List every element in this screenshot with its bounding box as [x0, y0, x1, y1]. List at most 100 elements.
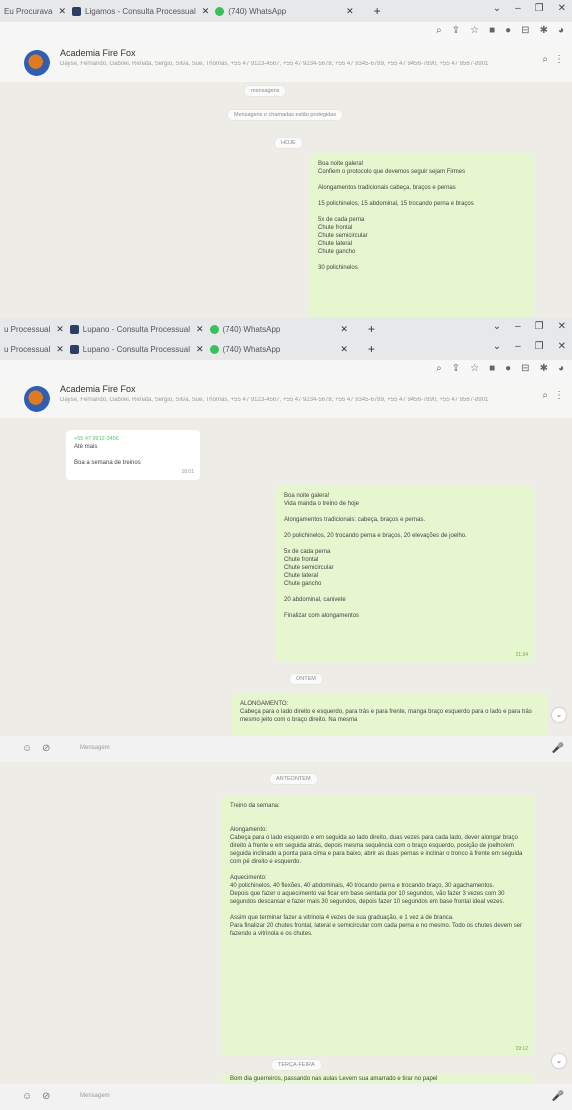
tab-label: Lupano - Consulta Processual [82, 344, 190, 354]
close-icon[interactable]: ✕ [58, 6, 66, 17]
maximize-button[interactable]: ❐ [535, 3, 544, 14]
whatsapp-icon [209, 344, 219, 354]
chat-pane-3: ANTEONTEM Treino da semana: Alongamento:… [0, 762, 572, 1084]
tab-1[interactable]: u Processual ✕ [4, 340, 64, 358]
share-icon[interactable]: ⇪ [452, 25, 460, 36]
tab-3[interactable]: (740) WhatsApp ✕ [209, 340, 348, 358]
tab-search-icon[interactable]: ⊟ [521, 363, 529, 374]
date-pill: ONTEM [290, 674, 322, 684]
emoji-icon[interactable]: ☺ [22, 1091, 32, 1102]
outgoing-message[interactable]: Bom dia guerreiros, passando nas aulas L… [222, 1074, 534, 1084]
tab-label: u Processual [4, 344, 51, 354]
attach-icon[interactable]: ⊘ [42, 1091, 50, 1102]
site-icon [72, 6, 82, 16]
chat-name: Academia Fire Fox [60, 384, 136, 394]
star-icon[interactable]: ☆ [470, 363, 479, 374]
profile-icon[interactable]: ● [505, 363, 511, 374]
mic-icon[interactable]: 🎤 [552, 743, 564, 754]
outgoing-message[interactable]: Boa noite galera! Confiem o protocolo qu… [310, 154, 534, 318]
message-input[interactable]: Mensagem [80, 745, 110, 751]
window-controls: ⌄ – ❐ ✕ [493, 341, 566, 352]
menu-icon[interactable]: ⋮ [554, 390, 564, 401]
extension-icon[interactable]: ■ [489, 25, 495, 36]
close-icon[interactable]: ✕ [340, 324, 348, 335]
chevron-down-icon[interactable]: ⌄ [493, 3, 501, 14]
search-icon[interactable]: ⌕ [542, 390, 548, 401]
tab-2[interactable]: Lupano - Consulta Processual ✕ [69, 340, 204, 358]
tab-2[interactable]: Ligamos - Consulta Processual ✕ [72, 2, 209, 20]
avatar[interactable]: ◕ [558, 363, 564, 374]
message-input[interactable]: Mensagem [80, 1093, 110, 1099]
browser-tab-bar: Eu Procurava ✕ Ligamos - Consulta Process… [0, 0, 572, 22]
maximize-button[interactable]: ❐ [535, 321, 544, 332]
tab-search-icon[interactable]: ⊟ [521, 25, 529, 36]
search-icon[interactable]: ⌕ [436, 25, 442, 36]
close-icon[interactable]: ✕ [340, 344, 348, 355]
tab-1[interactable]: Eu Procurava ✕ [4, 2, 66, 20]
tab-3[interactable]: (740) WhatsApp ✕ [215, 2, 354, 20]
message-text: Boa noite galera! Vida manda o treino de… [284, 493, 467, 619]
puzzle-icon[interactable]: ✱ [540, 363, 548, 374]
close-icon[interactable]: ✕ [346, 6, 354, 17]
share-icon[interactable]: ⇪ [452, 363, 460, 374]
profile-icon[interactable]: ● [505, 25, 511, 36]
new-tab-icon[interactable]: + [374, 4, 381, 18]
chat-pane-1: mensagens Mensagens e chamadas estão pro… [0, 82, 572, 318]
chat-members: Dayse, Fernando, Gabriel, Renata, Sergio… [60, 61, 489, 67]
tab-label: (740) WhatsApp [222, 344, 281, 354]
close-icon[interactable]: ✕ [196, 324, 204, 335]
window-controls: ⌄ – ❐ ✕ [493, 3, 566, 14]
browser-tab-bar: u Processual ✕ Lupano - Consulta Processu… [0, 318, 572, 340]
menu-icon[interactable]: ⋮ [554, 54, 564, 65]
tab-1[interactable]: u Processual ✕ [4, 320, 64, 338]
mic-icon[interactable]: 🎤 [552, 1091, 564, 1102]
attach-icon[interactable]: ⊘ [42, 743, 50, 754]
chat-pane-2: +55 47 9912-3456 Até mais Boa a semana d… [0, 418, 572, 736]
tab-label: Ligamos - Consulta Processual [85, 6, 196, 16]
close-icon[interactable]: ✕ [196, 344, 204, 355]
tab-label: (740) WhatsApp [222, 324, 281, 334]
outgoing-message[interactable]: ALONGAMENTO: Cabeça para o lado direito … [232, 694, 548, 736]
message-time: 18:01 [181, 469, 194, 475]
group-avatar[interactable] [24, 50, 50, 76]
encryption-notice: Mensagens e chamadas estão protegidas [228, 110, 343, 120]
close-button[interactable]: ✕ [558, 3, 566, 14]
new-tab-icon[interactable]: + [368, 322, 375, 336]
minimize-button[interactable]: – [515, 341, 521, 352]
avatar[interactable]: ◕ [558, 25, 564, 36]
message-text: Até mais [74, 444, 98, 450]
minimize-button[interactable]: – [515, 3, 521, 14]
scroll-down-icon[interactable]: ⌄ [552, 708, 566, 722]
close-icon[interactable]: ✕ [56, 344, 64, 355]
close-icon[interactable]: ✕ [56, 324, 64, 335]
chat-members: Dayse, Fernando, Gabriel, Renata, Sergio… [60, 397, 489, 403]
emoji-icon[interactable]: ☺ [22, 743, 32, 754]
close-icon[interactable]: ✕ [202, 6, 210, 17]
search-icon[interactable]: ⌕ [436, 363, 442, 374]
chat-header[interactable]: Academia Fire Fox Dayse, Fernando, Gabri… [0, 378, 572, 418]
chevron-down-icon[interactable]: ⌄ [493, 321, 501, 332]
extension-icon[interactable]: ■ [489, 363, 495, 374]
incoming-message[interactable]: +55 47 9912-3456 Até mais Boa a semana d… [66, 430, 200, 480]
scroll-down-icon[interactable]: ⌄ [552, 1054, 566, 1068]
close-button[interactable]: ✕ [558, 321, 566, 332]
tab-2[interactable]: Lupano - Consulta Processual ✕ [69, 320, 204, 338]
chevron-down-icon[interactable]: ⌄ [493, 341, 501, 352]
new-tab-icon[interactable]: + [368, 342, 375, 356]
puzzle-icon[interactable]: ✱ [540, 25, 548, 36]
date-pill: TERÇA-FEIRA [272, 1060, 321, 1070]
group-avatar[interactable] [24, 386, 50, 412]
whatsapp-icon [209, 324, 219, 334]
maximize-button[interactable]: ❐ [535, 341, 544, 352]
outgoing-message[interactable]: Boa noite galera! Vida manda o treino de… [276, 486, 534, 662]
message-time: 21:34 [515, 652, 528, 658]
star-icon[interactable]: ☆ [470, 25, 479, 36]
tab-label: (740) WhatsApp [228, 6, 287, 16]
search-icon[interactable]: ⌕ [542, 54, 548, 65]
close-button[interactable]: ✕ [558, 341, 566, 352]
message-input-bar: ☺ ⊘ Mensagem 🎤 [0, 736, 572, 762]
outgoing-message[interactable]: Treino da semana: Alongamento: Cabeça pa… [222, 796, 534, 1056]
chat-header[interactable]: Academia Fire Fox Dayse, Fernando, Gabri… [0, 42, 572, 82]
minimize-button[interactable]: – [515, 321, 521, 332]
tab-3[interactable]: (740) WhatsApp ✕ [209, 320, 348, 338]
